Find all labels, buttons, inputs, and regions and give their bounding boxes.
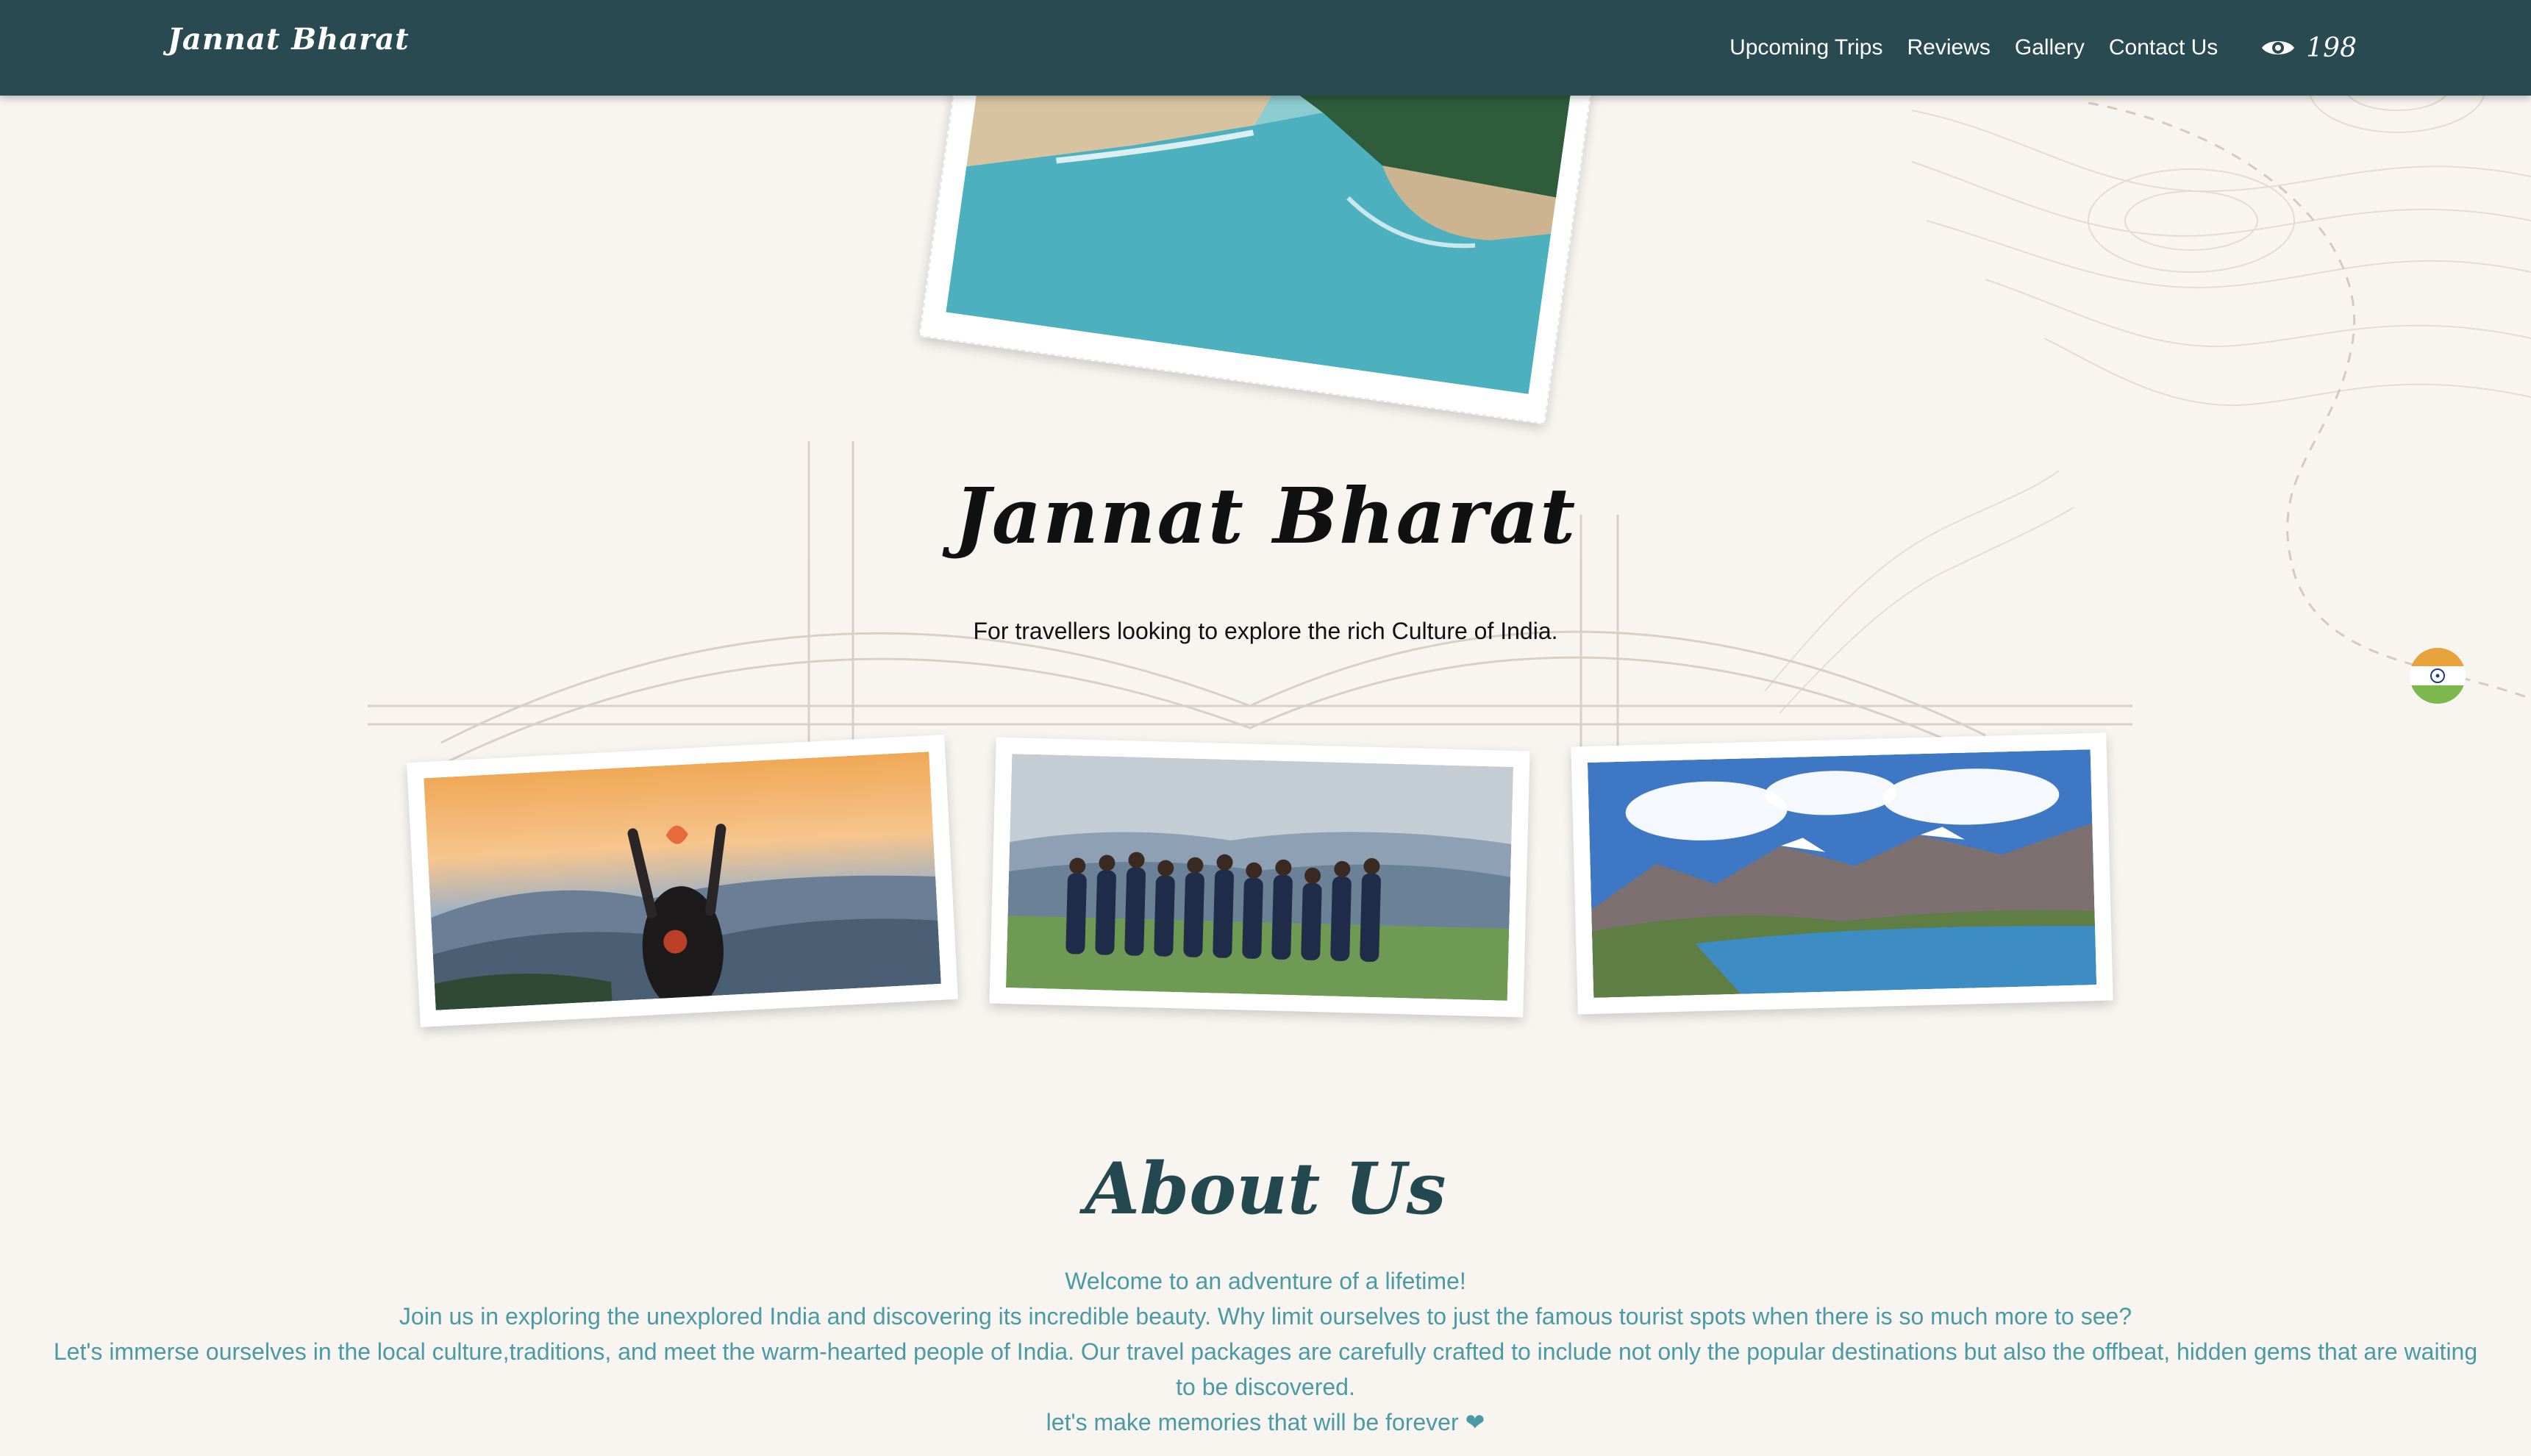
gallery-photo-frame-3 — [1571, 732, 2113, 1015]
navbar: Jannat Bharat Upcoming Trips Reviews Gal… — [0, 0, 2531, 96]
nav-link-reviews[interactable]: Reviews — [1907, 35, 1990, 60]
view-counter: 198 — [2260, 33, 2357, 63]
sunset-heart-photo — [424, 752, 941, 1010]
view-count: 198 — [2306, 32, 2357, 63]
gallery-photo-frame-2 — [989, 737, 1530, 1018]
page: Jannat Bharat Upcoming Trips Reviews Gal… — [0, 0, 2531, 1456]
mountain-lake-photo — [1587, 749, 2097, 998]
group-photo — [1005, 754, 1514, 1001]
about-title: About Us — [1085, 1147, 1446, 1230]
about-paragraph: Join us in exploring the unexplored Indi… — [399, 1303, 2132, 1330]
hero-title: Jannat Bharat — [954, 471, 1577, 561]
gallery-photo-frame-1 — [407, 735, 958, 1027]
nav-link-upcoming-trips[interactable]: Upcoming Trips — [1729, 35, 1882, 60]
brand-logo[interactable]: Jannat Bharat — [168, 22, 410, 57]
eye-icon — [2262, 41, 2295, 54]
nav-link-contact-us[interactable]: Contact Us — [2109, 35, 2218, 60]
hero-subtitle: For travellers looking to explore the ri… — [973, 618, 1558, 644]
india-flag-icon[interactable] — [2410, 648, 2466, 704]
nav-links: Upcoming Trips Reviews Gallery Contact U… — [1729, 0, 2531, 96]
about-paragraph: let's make memories that will be forever… — [1046, 1409, 1485, 1435]
about-paragraph: Let's immerse ourselves in the local cul… — [53, 1338, 2478, 1400]
nav-link-gallery[interactable]: Gallery — [2015, 35, 2085, 60]
about-text: Welcome to an adventure of a lifetime! J… — [44, 1263, 2487, 1440]
about-paragraph: Welcome to an adventure of a lifetime! — [1065, 1268, 1466, 1294]
